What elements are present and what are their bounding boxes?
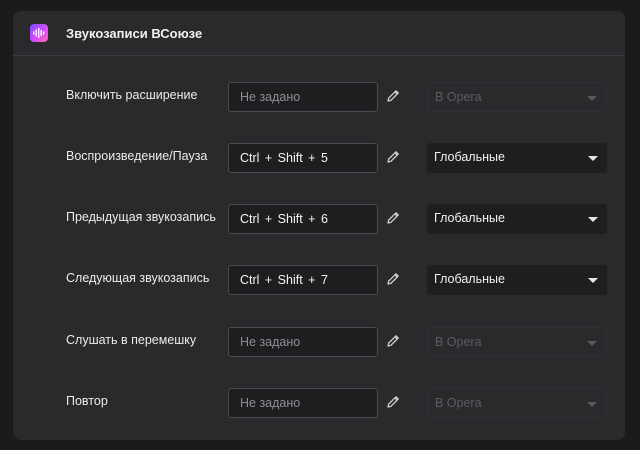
shortcut-input[interactable]: Не задано [228,82,378,112]
scope-value: Глобальные [434,150,505,164]
dropdown-arrow-icon [588,278,598,283]
extension-shortcuts-panel: Звукозаписи ВСоюзе Включить расширение Н… [13,11,625,440]
shortcut-row-previous-track: Предыдущая звукозапись Ctrl + Shift + 6 … [13,204,625,234]
shortcut-label: Предыдущая звукозапись [66,210,216,224]
dropdown-arrow-icon [587,402,597,407]
scope-value: Глобальные [434,272,505,286]
shortcut-label: Включить расширение [66,88,198,102]
shortcut-row-next-track: Следующая звукозапись Ctrl + Shift + 7 Г… [13,265,625,295]
shortcut-input[interactable]: Не задано [228,327,378,357]
shortcut-value: Ctrl + Shift + 5 [240,151,328,165]
dropdown-arrow-icon [587,341,597,346]
shortcut-label: Воспроизведение/Пауза [66,149,208,163]
shortcut-label: Слушать в перемешку [66,333,197,347]
shortcut-row-play-pause: Воспроизведение/Пауза Ctrl + Shift + 5 Г… [13,143,625,173]
shortcut-value: Ctrl + Shift + 7 [240,273,328,287]
shortcut-value: Не задано [240,90,301,104]
shortcut-input[interactable]: Ctrl + Shift + 7 [228,265,378,295]
scope-value: Глобальные [434,211,505,225]
shortcut-label: Повтор [66,394,108,408]
pencil-icon[interactable] [385,333,401,349]
dropdown-arrow-icon [588,217,598,222]
scope-select[interactable]: Глобальные [427,143,607,173]
scope-value: В Opera [435,335,482,349]
pencil-icon[interactable] [385,271,401,287]
waveform-icon [30,24,48,42]
scope-select[interactable]: Глобальные [427,204,607,234]
shortcut-value: Не задано [240,335,301,349]
pencil-icon[interactable] [385,88,401,104]
pencil-icon[interactable] [385,149,401,165]
scope-value: В Opera [435,396,482,410]
panel-header: Звукозаписи ВСоюзе [13,11,625,56]
scope-value: В Opera [435,90,482,104]
pencil-icon[interactable] [385,210,401,226]
scope-select: В Opera [427,82,607,112]
scope-select[interactable]: Глобальные [427,265,607,295]
shortcut-value: Ctrl + Shift + 6 [240,212,328,226]
dropdown-arrow-icon [588,156,598,161]
extension-title: Звукозаписи ВСоюзе [66,25,203,41]
pencil-icon[interactable] [385,394,401,410]
scope-select: В Opera [427,327,607,357]
dropdown-arrow-icon [587,96,597,101]
shortcut-value: Не задано [240,396,301,410]
scope-select: В Opera [427,388,607,418]
shortcut-row-shuffle: Слушать в перемешку Не задано В Opera [13,327,625,357]
shortcut-input[interactable]: Ctrl + Shift + 6 [228,204,378,234]
shortcut-input[interactable]: Не задано [228,388,378,418]
shortcut-label: Следующая звукозапись [66,271,210,285]
shortcut-row-repeat: Повтор Не задано В Opera [13,388,625,418]
shortcut-input[interactable]: Ctrl + Shift + 5 [228,143,378,173]
shortcut-row-enable-extension: Включить расширение Не задано В Opera [13,82,625,112]
